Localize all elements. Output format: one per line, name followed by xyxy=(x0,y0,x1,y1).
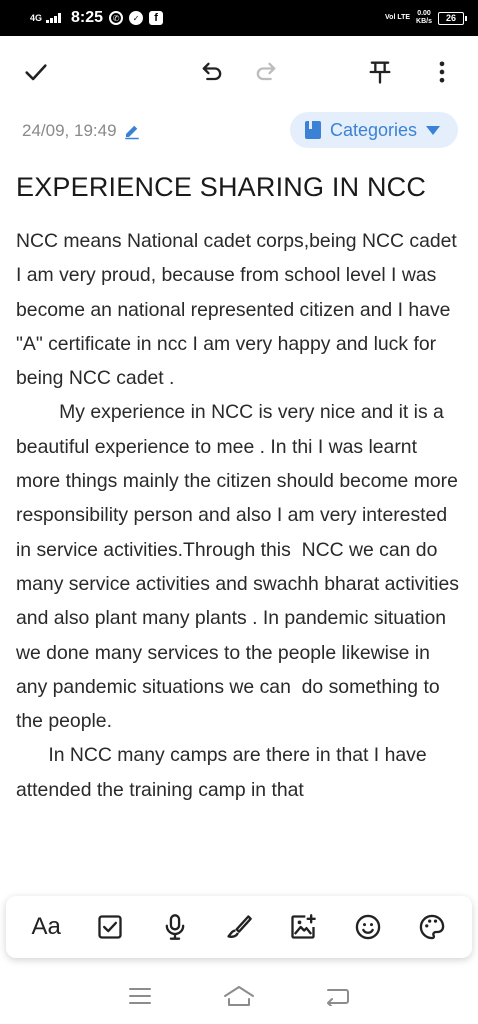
note-title[interactable]: EXPERIENCE SHARING IN NCC xyxy=(16,172,466,203)
insert-image-button[interactable] xyxy=(283,907,323,947)
emoji-icon xyxy=(355,914,380,940)
note-date-text: 24/09, 19:49 xyxy=(22,121,117,140)
text-format-icon: Aa xyxy=(31,913,61,940)
categories-label: Categories xyxy=(330,119,418,140)
more-vert-icon xyxy=(439,61,445,83)
back-icon xyxy=(327,989,350,1006)
dropdown-arrow-icon xyxy=(426,126,441,135)
notification-icon: ✓ xyxy=(129,11,144,25)
home-button[interactable] xyxy=(219,976,259,1016)
battery-icon: 26 xyxy=(438,11,467,25)
network-type: 4G xyxy=(30,12,43,23)
note-date[interactable]: 24/09, 19:49 xyxy=(22,121,141,141)
note-toolbar xyxy=(0,36,478,108)
categories-button[interactable]: Categories xyxy=(290,112,458,148)
pin-icon xyxy=(369,61,391,84)
note-meta: 24/09, 19:49 Categories xyxy=(20,112,458,148)
signal-icon xyxy=(46,13,62,23)
emoji-button[interactable] xyxy=(348,907,388,947)
undo-button[interactable] xyxy=(196,56,228,88)
note-body[interactable]: NCC means National cadet corps,being NCC… xyxy=(16,224,464,884)
volte-indicator: Vol LTE xyxy=(385,14,411,21)
recent-apps-button[interactable] xyxy=(120,976,160,1016)
edit-icon xyxy=(124,125,139,140)
undo-icon xyxy=(202,62,222,81)
save-button[interactable] xyxy=(20,56,52,88)
text-format-button[interactable]: Aa xyxy=(26,907,66,947)
home-icon xyxy=(223,986,254,1006)
checkbox-icon xyxy=(98,915,123,939)
status-bar: 4G 8:25 ✆ ✓ f Vol LTE 0.00 KB/s 26 xyxy=(0,0,478,36)
data-speed: 0.00 KB/s xyxy=(416,10,432,25)
theme-color-button[interactable] xyxy=(412,907,452,947)
brush-icon xyxy=(227,915,252,938)
bookmark-book-icon xyxy=(305,121,321,139)
mic-icon xyxy=(165,914,185,940)
voice-input-button[interactable] xyxy=(155,907,195,947)
drawing-button[interactable] xyxy=(219,907,259,947)
whatsapp-icon: ✆ xyxy=(109,11,124,25)
add-image-icon xyxy=(291,914,317,939)
redo-icon xyxy=(256,62,276,81)
checklist-button[interactable] xyxy=(90,907,130,947)
menu-icon xyxy=(128,988,151,1004)
facebook-icon: f xyxy=(149,11,164,25)
check-icon xyxy=(25,64,47,81)
palette-icon xyxy=(419,914,445,940)
formatting-toolbar: Aa xyxy=(6,896,472,958)
system-nav-bar xyxy=(0,968,478,1024)
redo-button[interactable] xyxy=(250,56,282,88)
clock: 8:25 xyxy=(71,9,104,26)
back-button[interactable] xyxy=(318,976,358,1016)
more-options-button[interactable] xyxy=(426,56,458,88)
pin-button[interactable] xyxy=(364,56,396,88)
